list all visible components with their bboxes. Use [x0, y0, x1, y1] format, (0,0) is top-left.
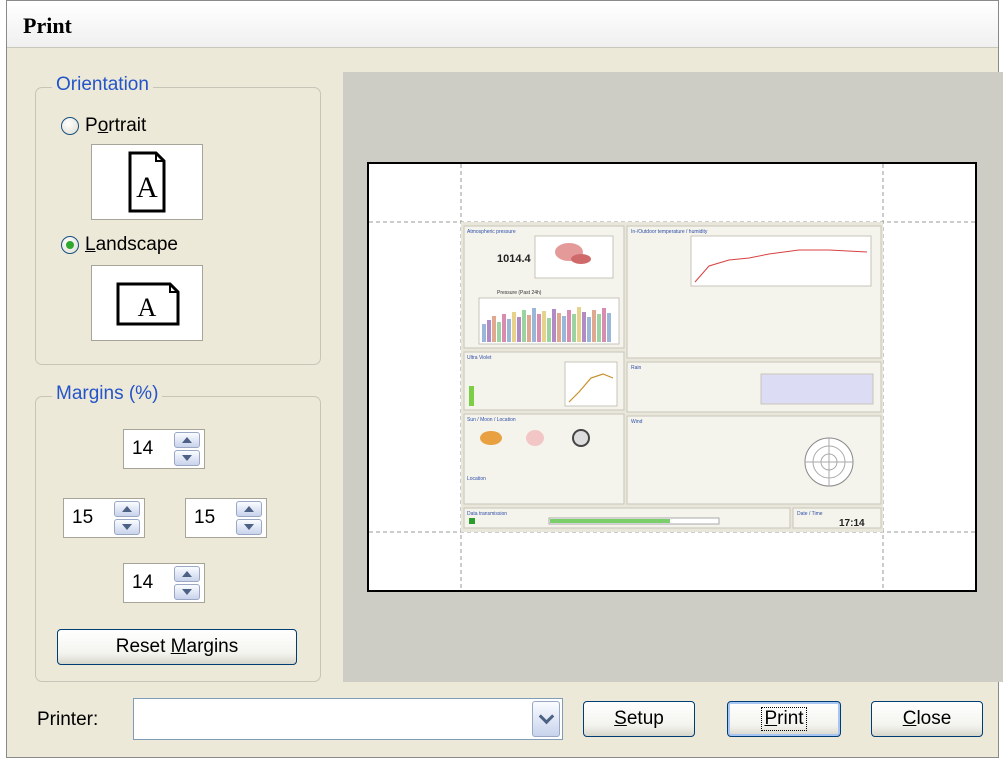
margin-right-value[interactable]: 15 [194, 507, 215, 529]
preview-location-title: Location [467, 476, 486, 482]
title-bar: Print [7, 1, 998, 48]
preview-pressure-value: 1014.4 [497, 253, 532, 265]
landscape-page-icon: A [116, 282, 180, 326]
print-label: Print [761, 707, 807, 731]
orientation-legend: Orientation [52, 74, 153, 96]
print-button[interactable]: Print [727, 701, 841, 737]
margin-top-down-button[interactable] [174, 450, 200, 466]
setup-button[interactable]: Setup [583, 701, 695, 737]
margin-left-up-button[interactable] [114, 501, 140, 517]
margin-left-stepper[interactable]: 15 [63, 498, 145, 538]
preview-wind-title: Wind [631, 419, 643, 425]
margin-top-value[interactable]: 14 [132, 438, 153, 460]
portrait-page-icon: A [128, 151, 166, 213]
margins-legend: Margins (%) [52, 383, 163, 405]
portrait-label: Portrait [85, 115, 147, 136]
margin-bottom-value[interactable]: 14 [132, 572, 153, 594]
preview-temp-title: In-/Outdoor temperature / humidity [631, 229, 708, 235]
landscape-radio-circle[interactable] [61, 236, 79, 254]
preview-rain-title: Rain [631, 365, 642, 371]
close-label: Close [902, 708, 952, 729]
svg-text:A: A [138, 293, 157, 322]
margin-top-stepper[interactable]: 14 [123, 429, 205, 469]
setup-label: Setup [614, 708, 664, 729]
margin-left-down-button[interactable] [114, 519, 140, 535]
margin-right-down-button[interactable] [236, 519, 262, 535]
margin-bottom-down-button[interactable] [174, 584, 200, 600]
margin-right-up-button[interactable] [236, 501, 262, 517]
chevron-down-icon[interactable] [532, 701, 560, 737]
portrait-icon: A [91, 144, 203, 220]
printer-label: Printer: [37, 709, 99, 730]
preview-page: Atmospheric pressure 1014.4 Pressure (Pa… [367, 162, 977, 592]
landscape-label: Landscape [85, 234, 178, 255]
portrait-radio-circle[interactable] [61, 117, 79, 135]
preview-pressure-hist-title: Pressure (Past 24h) [497, 290, 542, 296]
portrait-radio[interactable]: Portrait [61, 115, 146, 137]
preview-time: 17:14 [839, 518, 865, 529]
preview-pressure-title: Atmospheric pressure [467, 229, 516, 235]
margin-left-value[interactable]: 15 [72, 507, 93, 529]
printer-select[interactable] [133, 698, 563, 740]
print-preview-area: Atmospheric pressure 1014.4 Pressure (Pa… [343, 72, 1003, 682]
margin-top-up-button[interactable] [174, 432, 200, 448]
reset-margins-button[interactable]: Reset Margins [57, 629, 297, 665]
close-button[interactable]: Close [871, 701, 983, 737]
margin-bottom-stepper[interactable]: 14 [123, 563, 205, 603]
preview-page-content: Atmospheric pressure 1014.4 Pressure (Pa… [369, 164, 975, 590]
preview-sun-title: Sun / Moon / Location [467, 417, 516, 423]
print-dialog: Print Orientation Portrait A Landscape A… [6, 0, 1003, 758]
landscape-icon: A [91, 265, 203, 341]
margin-right-stepper[interactable]: 15 [185, 498, 267, 538]
preview-data-title: Data transmission [467, 511, 507, 517]
landscape-radio[interactable]: Landscape [61, 234, 178, 256]
reset-margins-label: Reset Margins [115, 636, 239, 657]
window-title: Print [23, 13, 72, 38]
preview-datetime-title: Date / Time [797, 511, 823, 517]
margin-bottom-up-button[interactable] [174, 566, 200, 582]
preview-ultra-title: Ultra Violet [467, 355, 492, 361]
svg-text:A: A [136, 171, 158, 204]
